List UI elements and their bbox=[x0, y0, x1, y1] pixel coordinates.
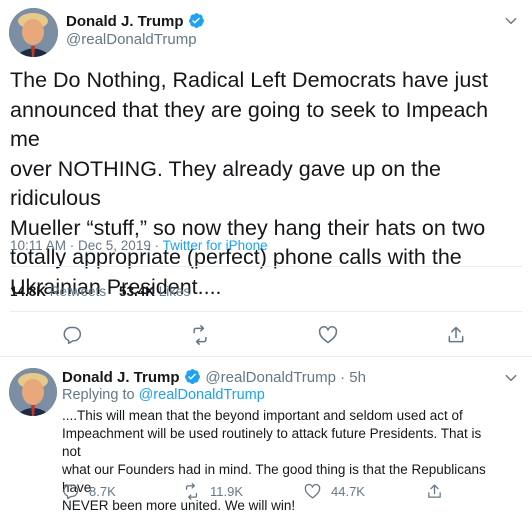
reply-count: 8.7K bbox=[89, 484, 116, 499]
reply-button[interactable] bbox=[62, 325, 82, 350]
reply-reply-button[interactable]: 8.7K bbox=[62, 483, 116, 500]
like-count: 44.7K bbox=[331, 484, 365, 499]
reply-like-button[interactable]: 44.7K bbox=[304, 483, 365, 500]
retweet-icon bbox=[185, 483, 198, 500]
retweets-label: Retweets bbox=[49, 284, 107, 299]
reply-author-handle[interactable]: @realDonaldTrump · 5h bbox=[205, 369, 366, 386]
reply-retweet-button[interactable]: 11.9K bbox=[183, 483, 243, 500]
author-name[interactable]: Donald J. Trump bbox=[66, 13, 184, 30]
reply-icon bbox=[63, 484, 79, 500]
share-icon bbox=[428, 484, 441, 498]
like-icon bbox=[304, 483, 321, 499]
replying-mention-link[interactable]: @realDonaldTrump bbox=[139, 387, 265, 403]
likes-stat[interactable]: 53.4K Likes bbox=[119, 284, 190, 299]
retweet-icon bbox=[193, 325, 207, 345]
reply-icon bbox=[63, 326, 82, 345]
retweets-stat[interactable]: 14.8K Retweets bbox=[10, 284, 106, 299]
chevron-down-icon[interactable] bbox=[504, 14, 518, 28]
verified-badge-icon bbox=[184, 368, 201, 385]
verified-badge-icon bbox=[188, 12, 205, 29]
retweets-count: 14.8K bbox=[10, 284, 47, 299]
author-avatar[interactable] bbox=[9, 8, 58, 57]
like-button[interactable] bbox=[318, 325, 338, 350]
divider bbox=[10, 266, 522, 267]
tweet-source-link[interactable]: Twitter for iPhone bbox=[163, 238, 268, 253]
divider bbox=[10, 311, 522, 312]
likes-count: 53.4K bbox=[119, 284, 156, 299]
likes-label: Likes bbox=[158, 284, 191, 299]
divider bbox=[0, 356, 532, 357]
retweet-button[interactable] bbox=[190, 325, 210, 350]
author-name-row: Donald J. Trump bbox=[66, 12, 205, 31]
replying-to: Replying to @realDonaldTrump bbox=[62, 387, 265, 403]
reply-share-button[interactable] bbox=[426, 483, 443, 505]
share-button[interactable] bbox=[446, 325, 466, 350]
share-icon bbox=[448, 326, 464, 343]
reply-author-name[interactable]: Donald J. Trump bbox=[62, 369, 180, 386]
reply-author-avatar[interactable] bbox=[9, 368, 57, 416]
reply-header: Donald J. Trump @realDonaldTrump · 5h bbox=[62, 368, 366, 387]
retweet-count: 11.9K bbox=[210, 484, 244, 499]
like-icon bbox=[318, 326, 338, 344]
author-handle[interactable]: @realDonaldTrump bbox=[66, 31, 197, 48]
tweet-timestamp[interactable]: 10:11 AM · Dec 5, 2019 · bbox=[10, 238, 163, 253]
chevron-down-icon[interactable] bbox=[504, 371, 518, 385]
replying-prefix: Replying to bbox=[62, 387, 139, 403]
tweet-meta: 10:11 AM · Dec 5, 2019 · Twitter for iPh… bbox=[10, 238, 268, 253]
